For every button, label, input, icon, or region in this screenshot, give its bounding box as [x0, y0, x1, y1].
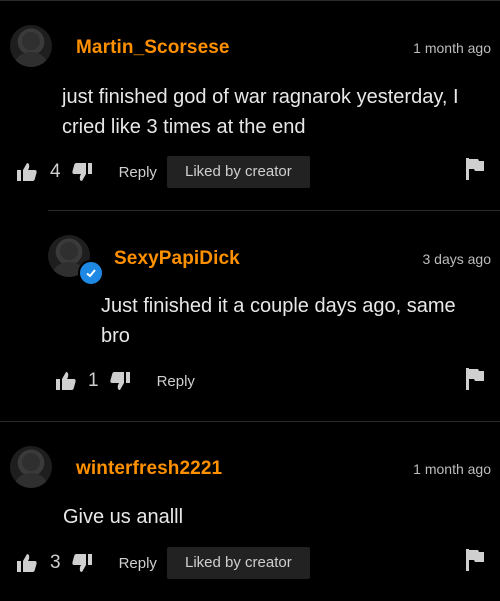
comment-text-line: just finished god of war ragnarok yester… — [62, 86, 459, 108]
thumbs-down-icon[interactable] — [109, 371, 131, 391]
liked-by-creator-badge: Liked by creator — [167, 156, 310, 188]
reply-button[interactable]: Reply — [157, 373, 195, 390]
comment-date: 3 days ago — [422, 251, 492, 267]
comment-date: 1 month ago — [413, 461, 491, 477]
thumbs-up-icon[interactable] — [16, 162, 38, 182]
comment-text-line: cried like 3 times at the end — [62, 116, 306, 138]
verified-check-icon — [78, 260, 104, 286]
comment-text: Just finished it a couple days ago, same… — [101, 291, 456, 351]
thumbs-up-icon[interactable] — [16, 553, 38, 573]
comment: Martin_Scorsese 1 month ago just finishe… — [0, 0, 500, 210]
comment-text: Give us analll — [63, 502, 183, 532]
like-count: 1 — [88, 370, 99, 391]
comment-text-line: Give us analll — [63, 506, 184, 528]
comment-username[interactable]: Martin_Scorsese — [76, 37, 230, 59]
liked-by-creator-badge: Liked by creator — [167, 547, 310, 579]
comment-actions: 4 Reply — [16, 156, 157, 188]
comment-date: 1 month ago — [413, 40, 491, 56]
flag-icon[interactable] — [466, 549, 484, 576]
comment-text-line: Just finished it a couple days ago, same — [101, 295, 456, 317]
thumbs-down-icon[interactable] — [71, 553, 93, 573]
comment-username[interactable]: winterfresh2221 — [76, 458, 222, 480]
comment: winterfresh2221 1 month ago Give us anal… — [0, 421, 500, 601]
comment-text-line: bro — [101, 325, 130, 347]
reply-button[interactable]: Reply — [119, 164, 157, 181]
comment-actions: 3 Reply — [16, 547, 157, 579]
avatar[interactable] — [10, 25, 52, 67]
flag-icon[interactable] — [466, 158, 484, 185]
like-count: 3 — [50, 552, 61, 573]
comment-text: just finished god of war ragnarok yester… — [62, 82, 459, 142]
avatar[interactable] — [10, 446, 52, 488]
comment-actions: 1 Reply — [55, 365, 195, 397]
reply-comment: SexyPapiDick 3 days ago Just finished it… — [0, 210, 500, 420]
like-count: 4 — [50, 161, 61, 182]
flag-icon[interactable] — [466, 368, 484, 395]
thumbs-down-icon[interactable] — [71, 162, 93, 182]
thumbs-up-icon[interactable] — [55, 371, 77, 391]
comment-username[interactable]: SexyPapiDick — [114, 248, 240, 270]
reply-button[interactable]: Reply — [119, 555, 157, 572]
